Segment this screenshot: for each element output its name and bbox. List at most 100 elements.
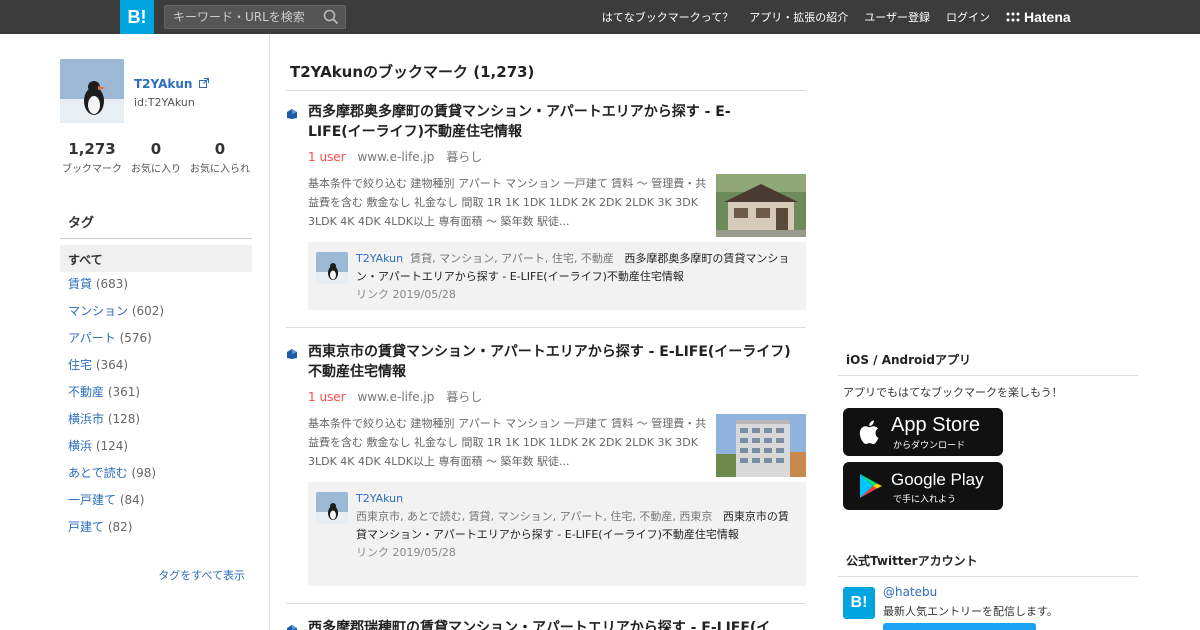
profile-name[interactable]: T2YAkun	[134, 77, 209, 91]
comment-tags[interactable]: 賃貸, マンション, アパート, 住宅, 不動産	[410, 252, 614, 265]
profile-id: id:T2YAkun	[134, 96, 195, 109]
tag-all[interactable]: すべて	[60, 245, 252, 272]
nav-about-link[interactable]: はてなブックマークって？	[602, 9, 733, 25]
tag-item[interactable]: 横浜市 (128)	[68, 411, 164, 438]
puffin-avatar-image	[60, 59, 124, 123]
apps-description: アプリでもはてなブックマークを楽しもう！	[843, 386, 1063, 399]
left-sidebar: T2YAkun id:T2YAkun 1,273 ブックマーク 0 お気に入り …	[0, 34, 270, 630]
stat-favorited-by[interactable]: 0 お気に入られ	[188, 140, 252, 175]
tag-count: (602)	[131, 304, 165, 318]
hatebu-logo[interactable]: B!	[120, 0, 154, 34]
comment-avatar[interactable]	[316, 252, 348, 284]
tag-name[interactable]: アパート	[68, 331, 116, 345]
apple-icon	[859, 420, 879, 444]
search-icon[interactable]	[323, 9, 339, 25]
entry-users-count[interactable]: 1 user	[308, 150, 346, 164]
stat-label: お気に入り	[131, 164, 181, 175]
entry-title-link[interactable]: 西多摩郡奥多摩町の賃貸マンション・アパートエリアから探す - E-LIFE(イー…	[308, 102, 768, 142]
comment-user-link[interactable]: T2YAkun	[356, 252, 403, 265]
page-title: T2YAkunのブックマーク (1,273)	[286, 61, 806, 91]
comment-avatar[interactable]	[316, 492, 348, 524]
comment-date-link[interactable]: リンク 2019/05/28	[356, 288, 456, 301]
puffin-avatar-image	[316, 492, 348, 524]
tag-item[interactable]: 戸建て (82)	[68, 519, 164, 546]
stat-label: ブックマーク	[62, 164, 122, 175]
tag-item[interactable]: 不動産 (361)	[68, 384, 164, 411]
stat-value: 1,273	[68, 140, 116, 158]
tag-name[interactable]: 賃貸	[68, 277, 92, 291]
twitter-heading: 公式Twitterアカウント	[838, 552, 1138, 577]
tag-name[interactable]: マンション	[68, 304, 128, 318]
tag-item[interactable]: 賃貸 (683)	[68, 276, 164, 303]
tag-name[interactable]: 一戸建て	[68, 493, 116, 507]
twitter-handle-link[interactable]: @hatebu	[883, 585, 937, 599]
stat-bookmarks[interactable]: 1,273 ブックマーク	[60, 140, 124, 175]
top-bar: B! はてなブックマークって？ アプリ・拡張の紹介 ユーザー登録 ログイン Ha…	[0, 0, 1200, 34]
apps-heading: iOS / Androidアプリ	[838, 351, 1138, 376]
twitter-follow-button[interactable]	[883, 623, 1036, 630]
entry-domain[interactable]: www.e-life.jp	[357, 150, 434, 164]
show-all-tags-link[interactable]: タグをすべて表示	[60, 567, 245, 583]
bookmark-entry: 西多摩郡奥多摩町の賃貸マンション・アパートエリアから探す - E-LIFE(イー…	[286, 102, 806, 312]
comment-user-link[interactable]: T2YAkun	[356, 492, 403, 505]
bookmark-entry: 西多摩郡瑞穂町の賃貸マンション・アパートエリアから探す - E-LIFE(イ	[286, 618, 806, 630]
favicon-icon	[287, 109, 297, 119]
stat-value: 0	[150, 140, 162, 158]
tag-count: (128)	[107, 412, 141, 426]
entry-meta: 1 user www.e-life.jp 暮らし	[308, 388, 482, 405]
tag-item[interactable]: あとで読む (98)	[68, 465, 164, 492]
hatena-brand-label: Hatena	[1024, 9, 1071, 25]
tag-item[interactable]: アパート (576)	[68, 330, 164, 357]
comment-date-link[interactable]: リンク 2019/05/28	[356, 546, 456, 559]
tag-item[interactable]: 横浜 (124)	[68, 438, 164, 465]
bookmark-comment: T2YAkun 西東京市, あとで読む, 賃貸, マンション, アパート, 住宅…	[308, 482, 806, 586]
nav-apps-link[interactable]: アプリ・拡張の紹介	[749, 9, 848, 25]
entry-summary: 基本条件で絞り込む 建物種別 アパート マンション 一戸建て 賃料 〜 管理費・…	[308, 177, 707, 228]
tag-count: (124)	[95, 439, 129, 453]
app-store-sublabel: からダウンロード	[893, 441, 966, 451]
favicon-icon	[287, 349, 297, 359]
google-play-button[interactable]: Google Play で手に入れよう	[843, 462, 1003, 510]
search-input[interactable]	[165, 6, 315, 28]
tag-name[interactable]: 戸建て	[68, 520, 104, 534]
entry-category[interactable]: 暮らし	[446, 150, 482, 164]
nav-login-link[interactable]: ログイン	[946, 9, 990, 25]
tag-item[interactable]: マンション (602)	[68, 303, 164, 330]
entry-divider	[286, 327, 806, 328]
search-box	[164, 5, 346, 29]
header-nav: はてなブックマークって？ アプリ・拡張の紹介 ユーザー登録 ログイン	[602, 0, 990, 34]
bookmark-entry: 西東京市の賃貸マンション・アパートエリアから探す - E-LIFE(イーライフ)…	[286, 342, 806, 592]
entry-domain[interactable]: www.e-life.jp	[357, 390, 434, 404]
entry-thumbnail[interactable]	[716, 414, 806, 477]
entry-thumbnail[interactable]	[716, 174, 806, 237]
tag-count: (361)	[107, 385, 141, 399]
tag-item[interactable]: 住宅 (364)	[68, 357, 164, 384]
tag-count: (576)	[119, 331, 152, 345]
tag-count: (683)	[95, 277, 129, 291]
comment-tags[interactable]: 西東京市, あとで読む, 賃貸, マンション, アパート, 住宅, 不動産, 西…	[356, 510, 712, 523]
google-play-icon	[860, 474, 882, 498]
tag-name[interactable]: 住宅	[68, 358, 92, 372]
stat-favorites[interactable]: 0 お気に入り	[124, 140, 188, 175]
tag-item[interactable]: 一戸建て (84)	[68, 492, 164, 519]
hatena-dots-icon	[1006, 12, 1020, 22]
entry-title-link[interactable]: 西多摩郡瑞穂町の賃貸マンション・アパートエリアから探す - E-LIFE(イ	[308, 618, 798, 630]
hatebu-twitter-logo[interactable]: B!	[843, 587, 875, 619]
entry-category[interactable]: 暮らし	[446, 390, 482, 404]
tag-name[interactable]: 横浜市	[68, 412, 104, 426]
hatena-brand[interactable]: Hatena	[1006, 0, 1071, 34]
entry-users-count[interactable]: 1 user	[308, 390, 346, 404]
stat-label: お気に入られ	[190, 164, 250, 175]
app-store-button[interactable]: App Store からダウンロード	[843, 408, 1003, 456]
entry-title-link[interactable]: 西東京市の賃貸マンション・アパートエリアから探す - E-LIFE(イーライフ)…	[308, 342, 798, 382]
entry-summary: 基本条件で絞り込む 建物種別 アパート マンション 一戸建て 賃料 〜 管理費・…	[308, 417, 707, 468]
avatar[interactable]	[60, 59, 124, 123]
favicon-icon	[287, 625, 297, 630]
tag-name[interactable]: 横浜	[68, 439, 92, 453]
tag-list: 賃貸 (683) マンション (602) アパート (576) 住宅 (364)…	[68, 276, 164, 546]
tag-name[interactable]: 不動産	[68, 385, 104, 399]
tag-name[interactable]: あとで読む	[68, 466, 128, 480]
nav-register-link[interactable]: ユーザー登録	[864, 9, 930, 25]
entry-meta: 1 user www.e-life.jp 暮らし	[308, 148, 482, 165]
google-play-label: Google Play	[891, 470, 984, 489]
